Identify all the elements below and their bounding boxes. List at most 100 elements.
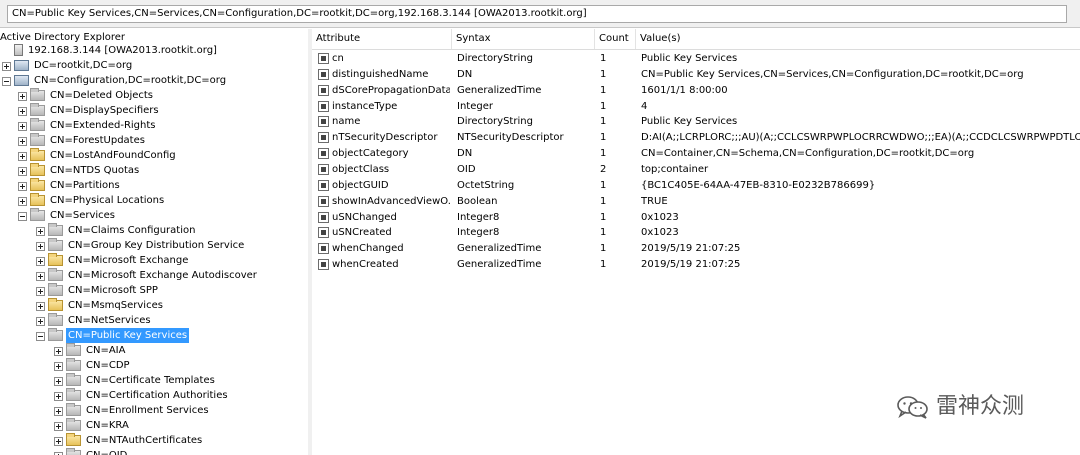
tree-node-label[interactable]: CN=CDP xyxy=(84,358,132,373)
tree-node-label[interactable]: CN=Partitions xyxy=(48,178,122,193)
tree-node[interactable]: CN=Certification Authorities xyxy=(0,388,306,403)
expand-icon[interactable] xyxy=(54,422,63,431)
tree-node-label[interactable]: CN=MsmqServices xyxy=(66,298,165,313)
expand-icon[interactable] xyxy=(18,107,27,116)
table-row[interactable]: whenChanged GeneralizedTime 1 2019/5/19 21:… xyxy=(312,241,1080,257)
tree-node[interactable]: CN=Services xyxy=(0,208,306,223)
tree-node-label[interactable]: CN=NTDS Quotas xyxy=(48,163,141,178)
tree-node-label[interactable]: CN=Enrollment Services xyxy=(84,403,211,418)
tree-node[interactable]: CN=Group Key Distribution Service xyxy=(0,238,306,253)
tree-node[interactable]: CN=Microsoft SPP xyxy=(0,283,306,298)
tree-node[interactable]: CN=NTAuthCertificates xyxy=(0,433,306,448)
tree-node[interactable]: CN=Deleted Objects xyxy=(0,88,306,103)
collapse-icon[interactable] xyxy=(18,212,27,221)
tree-node-label[interactable]: CN=LostAndFoundConfig xyxy=(48,148,178,163)
column-header-attribute[interactable]: Attribute xyxy=(312,29,452,49)
tree-node[interactable]: CN=ForestUpdates xyxy=(0,133,306,148)
tree-node-label[interactable]: CN=DisplaySpecifiers xyxy=(48,103,161,118)
tree-node[interactable]: CN=LostAndFoundConfig xyxy=(0,148,306,163)
path-field[interactable]: CN=Public Key Services,CN=Services,CN=Co… xyxy=(7,5,1067,23)
tree-node[interactable]: CN=MsmqServices xyxy=(0,298,306,313)
tree-node-label[interactable]: CN=Microsoft SPP xyxy=(66,283,160,298)
expand-icon[interactable] xyxy=(54,437,63,446)
expand-icon[interactable] xyxy=(36,287,45,296)
tree-node-label[interactable]: CN=Claims Configuration xyxy=(66,223,197,238)
table-row[interactable]: objectClass OID 2 top;container xyxy=(312,162,1080,178)
tree-node-label[interactable]: CN=ForestUpdates xyxy=(48,133,147,148)
tree-node-label[interactable]: CN=Microsoft Exchange Autodiscover xyxy=(66,268,259,283)
expand-icon[interactable] xyxy=(18,167,27,176)
tree-node-label[interactable]: CN=Certificate Templates xyxy=(84,373,217,388)
tree-node-label[interactable]: 192.168.3.144 [OWA2013.rootkit.org] xyxy=(26,43,219,58)
expand-icon[interactable] xyxy=(36,272,45,281)
table-row[interactable]: whenCreated GeneralizedTime 1 2019/5/19 21:… xyxy=(312,257,1080,273)
expand-icon[interactable] xyxy=(18,152,27,161)
expand-icon[interactable] xyxy=(54,347,63,356)
table-row[interactable]: nTSecurityDescriptor NTSecurityDescriptor… xyxy=(312,130,1080,146)
tree-node-label[interactable]: CN=OID xyxy=(84,448,129,455)
expand-icon[interactable] xyxy=(36,242,45,251)
tree-node-label[interactable]: CN=KRA xyxy=(84,418,131,433)
tree-node-label[interactable]: CN=Services xyxy=(48,208,117,223)
expand-icon[interactable] xyxy=(18,197,27,206)
tree-node[interactable]: CN=Partitions xyxy=(0,178,306,193)
expand-icon[interactable] xyxy=(18,122,27,131)
tree-node[interactable]: CN=Enrollment Services xyxy=(0,403,306,418)
tree-node-label[interactable]: DC=rootkit,DC=org xyxy=(32,58,134,73)
tree-node[interactable]: CN=Public Key Services xyxy=(0,328,306,343)
tree-node-label[interactable]: CN=Deleted Objects xyxy=(48,88,155,103)
expand-icon[interactable] xyxy=(18,137,27,146)
tree-node-label[interactable]: CN=Physical Locations xyxy=(48,193,166,208)
table-row[interactable]: uSNChanged Integer8 1 0x1023 xyxy=(312,210,1080,226)
tree-node-label[interactable]: CN=Microsoft Exchange xyxy=(66,253,190,268)
table-row[interactable]: instanceType Integer 1 4 xyxy=(312,99,1080,115)
expand-icon[interactable] xyxy=(18,182,27,191)
tree-node-label[interactable]: CN=Certification Authorities xyxy=(84,388,230,403)
tree-node[interactable]: CN=Physical Locations xyxy=(0,193,306,208)
expand-icon[interactable] xyxy=(36,317,45,326)
expand-icon[interactable] xyxy=(54,407,63,416)
table-row[interactable]: cn DirectoryString 1 Public Key Services xyxy=(312,51,1080,67)
table-row[interactable]: objectCategory DN 1 CN=Container,CN=Schema,… xyxy=(312,146,1080,162)
expand-icon[interactable] xyxy=(2,62,11,71)
tree-node[interactable]: CN=KRA xyxy=(0,418,306,433)
tree-node[interactable]: CN=Microsoft Exchange xyxy=(0,253,306,268)
tree-node[interactable]: CN=Microsoft Exchange Autodiscover xyxy=(0,268,306,283)
tree-node[interactable]: CN=AIA xyxy=(0,343,306,358)
tree-node[interactable]: CN=Extended-Rights xyxy=(0,118,306,133)
expand-icon[interactable] xyxy=(54,377,63,386)
tree-node[interactable]: CN=NetServices xyxy=(0,313,306,328)
tree-node-label[interactable]: CN=AIA xyxy=(84,343,127,358)
table-row[interactable]: name DirectoryString 1 Public Key Services xyxy=(312,114,1080,130)
tree-node[interactable]: 192.168.3.144 [OWA2013.rootkit.org] xyxy=(0,43,306,58)
tree-node-label[interactable]: CN=NetServices xyxy=(66,313,153,328)
column-header-syntax[interactable]: Syntax xyxy=(452,29,595,49)
expand-icon[interactable] xyxy=(18,92,27,101)
tree-node[interactable]: CN=Claims Configuration xyxy=(0,223,306,238)
expand-icon[interactable] xyxy=(36,257,45,266)
tree-node-label[interactable]: CN=Public Key Services xyxy=(66,328,190,343)
expand-icon[interactable] xyxy=(36,227,45,236)
collapse-icon[interactable] xyxy=(2,77,11,86)
table-row[interactable]: dSCorePropagationData GeneralizedTime 1 160… xyxy=(312,83,1080,99)
tree-node-label[interactable]: CN=NTAuthCertificates xyxy=(84,433,204,448)
tree-node[interactable]: CN=OID xyxy=(0,448,306,455)
table-row[interactable]: objectGUID OctetString 1 {BC1C405E-64AA-47E… xyxy=(312,178,1080,194)
tree-node[interactable]: CN=Configuration,DC=rootkit,DC=org xyxy=(0,73,306,88)
collapse-icon[interactable] xyxy=(36,332,45,341)
table-row[interactable]: distinguishedName DN 1 CN=Public Key Servic… xyxy=(312,67,1080,83)
table-row[interactable]: showInAdvancedViewO... Boolean 1 TRUE xyxy=(312,194,1080,210)
tree-pane[interactable]: Active Directory Explorer 192.168.3.144 … xyxy=(0,29,309,455)
table-row[interactable]: uSNCreated Integer8 1 0x1023 xyxy=(312,225,1080,241)
tree-node[interactable]: CN=CDP xyxy=(0,358,306,373)
tree-node[interactable]: DC=rootkit,DC=org xyxy=(0,58,306,73)
tree-node[interactable]: CN=DisplaySpecifiers xyxy=(0,103,306,118)
expand-icon[interactable] xyxy=(54,392,63,401)
expand-icon[interactable] xyxy=(54,362,63,371)
tree-node-label[interactable]: CN=Configuration,DC=rootkit,DC=org xyxy=(32,73,228,88)
tree-node[interactable]: CN=NTDS Quotas xyxy=(0,163,306,178)
tree-node[interactable]: CN=Certificate Templates xyxy=(0,373,306,388)
column-header-values[interactable]: Value(s) xyxy=(636,29,1080,49)
expand-icon[interactable] xyxy=(36,302,45,311)
column-header-count[interactable]: Count xyxy=(595,29,636,49)
